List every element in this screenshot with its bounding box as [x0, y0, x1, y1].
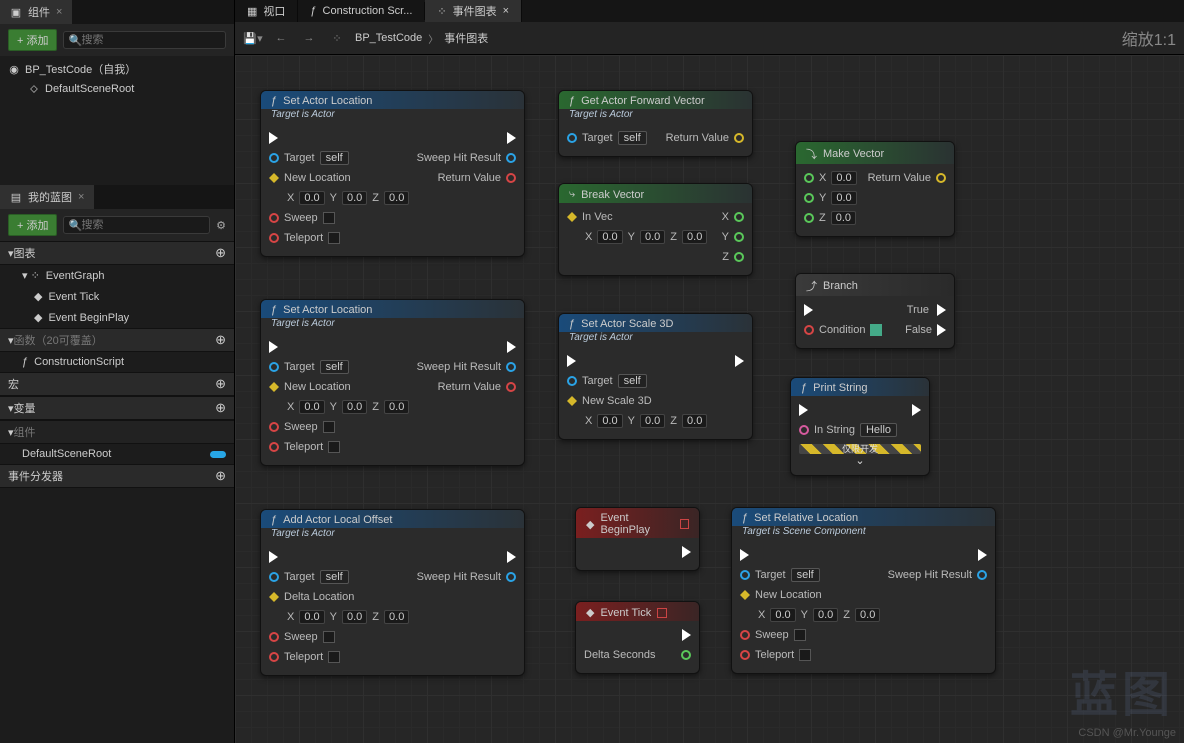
section-graphs[interactable]: ▾ 图表⊕: [0, 241, 234, 265]
actor-root[interactable]: ◉ BP_TestCode（自我）: [0, 58, 234, 80]
close-icon[interactable]: ×: [503, 5, 509, 17]
close-icon[interactable]: ×: [56, 6, 62, 18]
section-components-sub[interactable]: ▾ 组件: [0, 420, 234, 444]
myblueprint-panel-tab[interactable]: ▤ 我的蓝图 ×: [0, 185, 94, 209]
section-variables[interactable]: ▾ 变量⊕: [0, 396, 234, 420]
tab-viewport[interactable]: ▦视口: [235, 0, 298, 22]
gear-icon[interactable]: ⚙: [216, 219, 226, 232]
search-input[interactable]: [81, 34, 220, 46]
add-component-button[interactable]: + 添加: [8, 29, 57, 51]
node-branch[interactable]: ⤴Branch True ConditionFalse: [795, 273, 955, 349]
node-event-tick[interactable]: ◆Event Tick Delta Seconds: [575, 601, 700, 674]
close-icon[interactable]: ×: [78, 191, 84, 203]
chevron-right-icon: 〉: [428, 31, 438, 46]
graph-canvas[interactable]: ƒSet Actor Location Target is Actor Targ…: [235, 55, 1184, 743]
vector-pin[interactable]: [269, 173, 279, 183]
myblueprint-search[interactable]: 🔍: [63, 216, 210, 234]
components-tab-label: 组件: [28, 4, 50, 20]
add-blueprint-item-button[interactable]: + 添加: [8, 214, 57, 236]
exec-in-pin[interactable]: [269, 132, 278, 144]
node-set-relative-location[interactable]: ƒSet Relative Location Target is Scene C…: [731, 507, 996, 674]
sweephit-pin[interactable]: [506, 153, 516, 163]
exec-in-pin[interactable]: [269, 341, 278, 353]
section-dispatchers[interactable]: 事件分发器⊕: [0, 464, 234, 488]
nav-forward-icon[interactable]: →: [299, 28, 319, 48]
node-get-forward-vector[interactable]: ƒGet Actor Forward Vector Target is Acto…: [558, 90, 753, 157]
exec-out-pin[interactable]: [507, 341, 516, 353]
sweep-checkbox[interactable]: [323, 212, 335, 224]
add-func-icon[interactable]: ⊕: [215, 332, 226, 348]
node-set-actor-location-1[interactable]: ƒSet Actor Location Target is Actor Targ…: [260, 90, 525, 257]
search-input[interactable]: [81, 219, 204, 231]
components-icon: ▣: [10, 6, 22, 18]
search-icon: 🔍: [69, 219, 81, 231]
node-make-vector[interactable]: ⤵Make Vector X0.0Return Value Y0.0 Z0.0: [795, 141, 955, 237]
node-print-string[interactable]: ƒPrint String In StringHello 仅限开发 ⌄: [790, 377, 930, 476]
search-icon: 🔍: [69, 34, 81, 46]
sweep-pin[interactable]: [269, 213, 279, 223]
exec-out-pin[interactable]: [507, 132, 516, 144]
node-set-actor-scale[interactable]: ƒSet Actor Scale 3D Target is Actor Targ…: [558, 313, 753, 440]
var-type-pill: [210, 451, 226, 458]
var-defaultsceneroot[interactable]: DefaultSceneRoot: [0, 444, 234, 464]
event-beginplay-item[interactable]: ◆Event BeginPlay: [0, 307, 234, 328]
node-add-actor-local-offset[interactable]: ƒAdd Actor Local Offset Target is Actor …: [260, 509, 525, 676]
target-pin[interactable]: [269, 153, 279, 163]
teleport-checkbox[interactable]: [328, 232, 340, 244]
add-dispatcher-icon[interactable]: ⊕: [215, 468, 226, 484]
actor-icon: ◉: [8, 63, 20, 75]
add-macro-icon[interactable]: ⊕: [215, 376, 226, 392]
components-panel-tab[interactable]: ▣ 组件 ×: [0, 0, 72, 24]
blueprint-icon: ▤: [10, 191, 22, 203]
graph-icon[interactable]: ⁘: [327, 28, 347, 48]
node-set-actor-location-2[interactable]: ƒSet Actor Location Target is Actor Targ…: [260, 299, 525, 466]
event-tick-item[interactable]: ◆Event Tick: [0, 286, 234, 307]
breadcrumb[interactable]: BP_TestCode 〉 事件图表: [355, 30, 488, 46]
components-search[interactable]: 🔍: [63, 31, 226, 49]
nav-back-icon[interactable]: ←: [271, 28, 291, 48]
condition-checkbox[interactable]: [870, 324, 882, 336]
add-var-icon[interactable]: ⊕: [215, 400, 226, 416]
zoom-label: 缩放1:1: [1122, 26, 1176, 50]
event-badge-icon: [657, 608, 667, 618]
scene-icon: ⬦: [28, 83, 40, 95]
teleport-pin[interactable]: [269, 233, 279, 243]
section-functions[interactable]: ▾ 函数（20可覆盖）⊕: [0, 328, 234, 352]
node-event-beginplay[interactable]: ◆Event BeginPlay: [575, 507, 700, 571]
expand-icon[interactable]: ⌄: [799, 454, 921, 467]
eventgraph-item[interactable]: ▾ ⁘EventGraph: [0, 265, 234, 286]
save-icon[interactable]: 💾▾: [243, 28, 263, 48]
tab-eventgraph[interactable]: ⁘事件图表×: [425, 0, 522, 22]
node-break-vector[interactable]: ⤷Break Vector In VecX X0.0 Y0.0 Z0.0Y Z: [558, 183, 753, 276]
section-macros[interactable]: 宏⊕: [0, 372, 234, 396]
credit-label: CSDN @Mr.Younge: [1078, 727, 1176, 739]
watermark: 蓝图: [1070, 655, 1174, 725]
construction-script-item[interactable]: ƒConstructionScript: [0, 352, 234, 372]
return-pin[interactable]: [506, 173, 516, 183]
scene-root[interactable]: ⬦ DefaultSceneRoot: [0, 80, 234, 98]
tab-construction[interactable]: ƒConstruction Scr...: [298, 2, 425, 20]
event-badge-icon: [680, 519, 689, 529]
add-graph-icon[interactable]: ⊕: [215, 245, 226, 261]
